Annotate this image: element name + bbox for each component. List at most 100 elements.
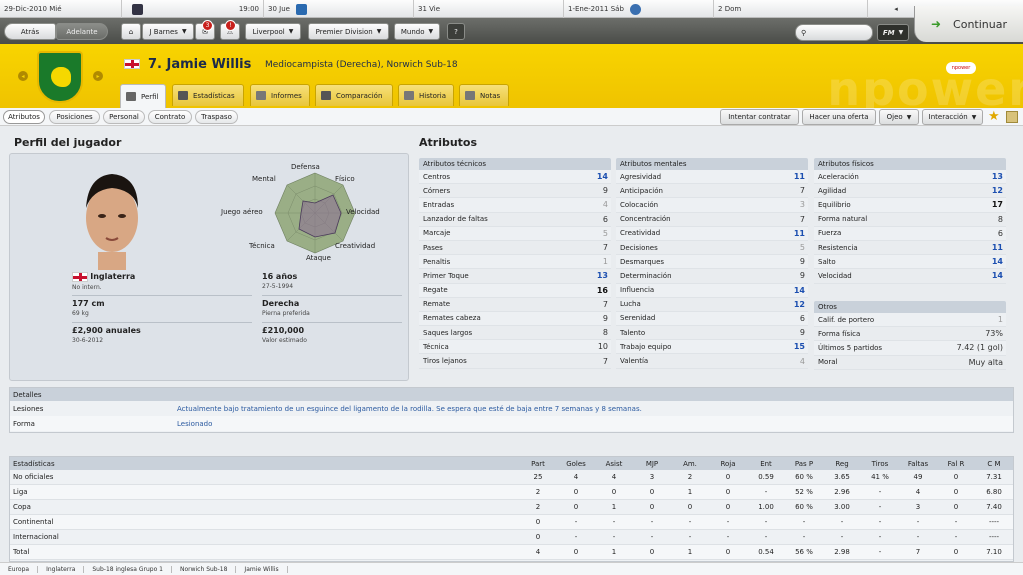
table-row[interactable]: Copa 2 0 1 0 0 0 1.00 60 % 3.00 - 3 0 7.40 xyxy=(10,500,1013,515)
attribute-value: 9 xyxy=(799,328,805,338)
attribute-value: 14 xyxy=(991,257,1003,267)
globe-icon xyxy=(629,3,641,15)
stats-row-label: Total xyxy=(13,548,30,556)
stats-column-header[interactable]: Roja xyxy=(709,460,747,468)
previous-player-icon[interactable]: ◂ xyxy=(18,71,28,81)
calendar-day-current[interactable]: 29-Dic-2010 Mié xyxy=(0,0,122,18)
forward-button[interactable]: Adelante xyxy=(56,23,108,40)
attribute-name: Talento xyxy=(620,328,646,337)
stats-column-header[interactable]: MJP xyxy=(633,460,671,468)
table-row[interactable]: No oficiales 25 4 4 3 2 0 0.59 60 % 3.65 41 % 49 0 7.… xyxy=(10,470,1013,485)
calendar-day[interactable]: 30 Jue xyxy=(264,0,414,18)
attribute-name: Forma física xyxy=(818,329,861,338)
breadcrumb-item[interactable]: Jamie Willis xyxy=(236,565,288,573)
stats-cell: - xyxy=(954,533,958,541)
injury-label: Lesiones xyxy=(13,404,44,413)
stats-row-label: Internacional xyxy=(13,533,59,541)
attribute-name: Creatividad xyxy=(620,229,661,238)
tab-perfil[interactable]: Perfil xyxy=(120,84,166,108)
stats-column-header[interactable]: Pas P xyxy=(785,460,823,468)
club-crest-icon xyxy=(132,3,143,15)
stats-column-header[interactable]: Ent xyxy=(747,460,785,468)
world-menu[interactable]: Mundo ▼ xyxy=(394,23,440,40)
next-player-icon[interactable]: ▸ xyxy=(93,71,103,81)
calendar-day[interactable]: 2 Dom xyxy=(714,0,868,18)
breadcrumb-item[interactable]: Inglaterra xyxy=(38,565,85,573)
back-button[interactable]: Atrás xyxy=(4,23,56,40)
interaction-menu[interactable]: Interacción ▼ xyxy=(922,109,983,125)
stats-column-header[interactable]: Goles xyxy=(557,460,595,468)
attribute-value: 4 xyxy=(602,200,608,210)
stats-column-header[interactable]: Am. xyxy=(671,460,709,468)
radar-label-juego-aereo: Juego aéreo xyxy=(221,208,263,216)
add-note-icon[interactable] xyxy=(1006,111,1018,123)
tab-estadisticas[interactable]: Estadísticas xyxy=(172,84,244,106)
fm-menu[interactable]: FM ▼ xyxy=(877,24,909,41)
search-input[interactable]: ⚲ xyxy=(795,24,873,41)
technical-attributes: Atributos técnicos Centros 14 Córners 9 Entr… xyxy=(419,158,611,369)
radar-label-creatividad: Creatividad xyxy=(335,242,376,250)
table-row[interactable]: Continental 0- - - - - - - - - - - ---- xyxy=(10,515,1013,530)
league-menu[interactable]: Premier Division ▼ xyxy=(308,23,389,40)
breadcrumb-item[interactable]: Norwich Sub-18 xyxy=(172,565,237,573)
stats-column-header[interactable]: Part xyxy=(519,460,557,468)
club-menu[interactable]: Liverpool ▼ xyxy=(245,23,301,40)
tab-label: Historia xyxy=(419,91,446,100)
manager-menu[interactable]: J Barnes ▼ xyxy=(142,23,194,40)
calendar-day[interactable]: 31 Vie xyxy=(414,0,564,18)
tab-notas[interactable]: Notas xyxy=(459,84,509,106)
tab-comparacion[interactable]: Comparación xyxy=(315,84,393,106)
nationality: Inglaterra No intern. xyxy=(72,272,135,291)
stats-cell: 0 xyxy=(573,488,579,496)
attribute-value: 12 xyxy=(991,186,1003,196)
attribute-row: Córners 9 xyxy=(419,184,611,199)
attribute-name: Marcaje xyxy=(423,229,451,238)
subtab-contrato[interactable]: Contrato xyxy=(148,110,192,124)
breadcrumb: Europa Inglaterra Sub-18 inglesa Grupo 1 No… xyxy=(0,562,1023,575)
stats-cell: - xyxy=(916,533,920,541)
attribute-name: Fuerza xyxy=(818,229,842,238)
scout-menu[interactable]: Ojeo ▼ xyxy=(879,109,919,125)
stats-column-header[interactable]: Faltas xyxy=(899,460,937,468)
attribute-value: 10 xyxy=(597,342,608,352)
attribute-row: Pases 7 xyxy=(419,241,611,256)
stats-cell: 2.96 xyxy=(834,488,850,496)
help-button[interactable]: ? xyxy=(447,23,465,40)
stats-column-header[interactable]: Tiros xyxy=(861,460,899,468)
tab-historia[interactable]: Historia xyxy=(398,84,454,106)
subtab-traspaso[interactable]: Traspaso xyxy=(195,110,238,124)
make-offer-button[interactable]: Hacer una oferta xyxy=(802,109,876,125)
home-button[interactable]: ⌂ xyxy=(121,23,141,40)
attribute-value: 13 xyxy=(596,271,608,281)
calendar-club-slot[interactable]: 19:00 xyxy=(122,0,264,18)
stats-cell: - xyxy=(916,518,920,526)
stats-column-header[interactable]: Reg xyxy=(823,460,861,468)
continue-button[interactable]: ➜ Continuar xyxy=(914,6,1023,42)
subtab-personal[interactable]: Personal xyxy=(103,110,145,124)
stats-cell: 0 xyxy=(649,488,655,496)
tab-informes[interactable]: Informes xyxy=(250,84,310,106)
stats-column-header[interactable]: C M xyxy=(975,460,1013,468)
breadcrumb-item[interactable]: Sub-18 inglesa Grupo 1 xyxy=(84,565,172,573)
value-block: £210,000 Valor estimado xyxy=(262,326,307,344)
stats-column-header[interactable]: Fal R xyxy=(937,460,975,468)
table-row[interactable]: Liga 2 0 0 0 1 0 - 52 % 2.96 - 4 0 6.80 xyxy=(10,485,1013,500)
subtab-posiciones[interactable]: Posiciones xyxy=(49,110,100,124)
player-face-image xyxy=(86,174,138,270)
radar-label-defensa: Defensa xyxy=(291,163,320,171)
subtab-atributos[interactable]: Atributos xyxy=(3,110,45,124)
calendar-weekday: Sáb xyxy=(610,5,624,13)
bar-chart-icon xyxy=(178,91,188,100)
scout-menu-label: Ojeo xyxy=(886,113,903,121)
star-icon[interactable]: ★ xyxy=(988,109,1000,124)
height: 177 cm xyxy=(72,299,105,308)
calendar-day[interactable]: 1-Ene-2011 Sáb xyxy=(564,0,714,18)
try-sign-button[interactable]: Intentar contratar xyxy=(720,109,799,125)
attribute-name: Serenidad xyxy=(620,314,656,323)
arrow-left-icon[interactable]: ◂ xyxy=(894,5,898,13)
breadcrumb-item[interactable]: Europa xyxy=(0,565,39,573)
stats-cell: - xyxy=(878,518,882,526)
table-row[interactable]: Total 4 0 1 0 1 0 0.54 56 % 2.98 - 7 0 7.10 xyxy=(10,545,1013,560)
table-row[interactable]: Internacional 0- - - - - - - - - - - ---- xyxy=(10,530,1013,545)
stats-column-header[interactable]: Asist xyxy=(595,460,633,468)
